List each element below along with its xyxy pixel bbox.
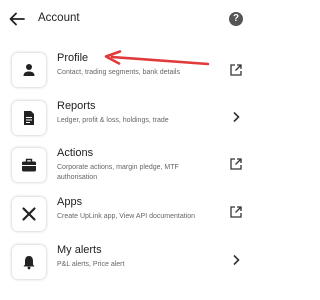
- document-icon: [24, 111, 34, 125]
- alerts-icon-box: [12, 245, 46, 279]
- person-icon: [23, 64, 35, 76]
- back-arrow-icon[interactable]: [8, 10, 26, 28]
- page-title: Account: [38, 12, 80, 24]
- briefcase-icon: [22, 158, 36, 172]
- menu-item-label: My alerts: [57, 244, 102, 256]
- menu-item-label: Reports: [57, 100, 96, 112]
- menu-item-description: Ledger, profit & loss, holdings, trade: [57, 117, 169, 124]
- menu-item-apps[interactable]: Apps Create UpLink app, View API documen…: [0, 192, 253, 236]
- menu-item-description: Corporate actions, margin pledge, MTF au…: [57, 164, 179, 181]
- menu-item-label: Apps: [57, 196, 83, 208]
- reports-icon-box: [12, 101, 46, 135]
- chevron-right-icon: [233, 254, 240, 266]
- chevron-right-icon: [233, 111, 240, 123]
- actions-icon-box: [12, 148, 46, 182]
- menu-item-label: Profile: [57, 52, 89, 64]
- menu-item-my-alerts[interactable]: My alerts P&L alerts, Price alert: [0, 240, 253, 284]
- menu-item-reports[interactable]: Reports Ledger, profit & loss, holdings,…: [0, 96, 253, 140]
- tools-icon: [22, 207, 36, 221]
- open-external-icon: [230, 158, 242, 170]
- menu-item-description: Create UpLink app, View API documentatio…: [57, 213, 196, 220]
- menu-item-label: Actions: [57, 147, 94, 159]
- profile-icon-box: [12, 53, 46, 87]
- header: Account ?: [0, 0, 253, 40]
- menu-item-description: P&L alerts, Price alert: [57, 261, 125, 268]
- open-external-icon: [230, 206, 242, 218]
- help-icon[interactable]: ?: [229, 12, 243, 26]
- open-external-icon: [230, 64, 242, 76]
- apps-icon-box: [12, 197, 46, 231]
- red-arrow-annotation: [104, 50, 210, 66]
- bell-icon: [23, 256, 35, 270]
- menu-item-actions[interactable]: Actions Corporate actions, margin pledge…: [0, 143, 253, 187]
